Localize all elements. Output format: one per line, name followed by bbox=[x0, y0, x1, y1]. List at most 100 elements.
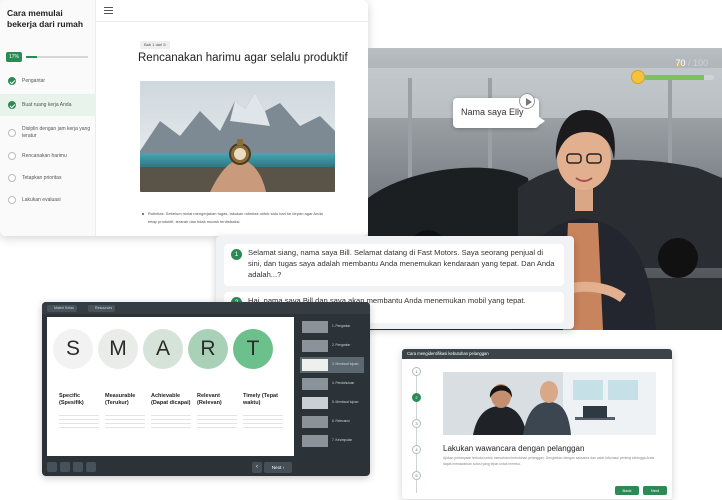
slide-thumbnail[interactable]: 1. Pengantar bbox=[300, 319, 364, 335]
compass-mountain-photo bbox=[140, 81, 335, 192]
course-sidebar: Cara memulai bekerja dari rumah 17% Peng… bbox=[0, 0, 96, 236]
letter-t: T bbox=[233, 329, 273, 369]
hamburger-menu-icon[interactable] bbox=[104, 7, 113, 14]
letter-s: S bbox=[53, 329, 93, 369]
slide-thumbnail-list: 1. Pengantar 2. Pengantar 3. Membuat tuj… bbox=[297, 317, 365, 456]
player-toolbar: Materi Kelas Resources bbox=[42, 302, 370, 314]
smart-column-title: Achievable (Dapat dicapai) bbox=[151, 393, 191, 406]
check-circle-icon bbox=[8, 101, 16, 109]
slide-thumbnail[interactable]: 6. Relevansi bbox=[300, 414, 364, 430]
sidebar-lesson-4[interactable]: Rencanakan harimu bbox=[0, 145, 96, 167]
smart-slide-player: Materi Kelas Resources S M A R T Specifi… bbox=[42, 302, 370, 476]
tab-resources[interactable]: Resources bbox=[88, 305, 116, 312]
slide-thumbnail[interactable]: 7. Kesimpulan bbox=[300, 433, 364, 449]
slide-thumbnail-image bbox=[302, 340, 328, 352]
progress-percent-label: 17% bbox=[6, 52, 22, 62]
next-label: Next bbox=[271, 465, 282, 470]
lesson-label: Buat ruang kerja Anda bbox=[22, 101, 72, 108]
column-body-placeholder bbox=[151, 415, 191, 431]
lesson-label: Pengantar bbox=[22, 77, 46, 84]
step-indicator[interactable]: 1 bbox=[412, 367, 421, 376]
slide-thumbnail-image bbox=[302, 435, 328, 447]
column-body-placeholder bbox=[243, 415, 283, 431]
score-value: 70 bbox=[675, 58, 686, 68]
slide-thumbnail[interactable]: 2. Pengantar bbox=[300, 338, 364, 354]
step-indicator[interactable]: 3 bbox=[412, 419, 421, 428]
course-title: Cara memulai bekerja dari rumah bbox=[7, 8, 84, 29]
circle-icon bbox=[8, 196, 16, 204]
smart-column-title: Timely (Tepat waktu) bbox=[243, 393, 278, 406]
slide-thumbnail-label: 4. Pendahuluan bbox=[332, 381, 355, 385]
captions-icon[interactable] bbox=[73, 462, 83, 472]
check-circle-icon bbox=[8, 77, 16, 85]
progress-bar-fill bbox=[26, 56, 37, 58]
interview-lesson-card: Cara mengidentifikasi kebutuhan pelangga… bbox=[402, 349, 672, 499]
slide-thumbnail-image bbox=[302, 378, 328, 390]
lesson-label: Rencanakan harimu bbox=[22, 152, 67, 159]
replay-icon[interactable] bbox=[60, 462, 70, 472]
score-display: 70 / 100 bbox=[675, 58, 708, 68]
slide-thumbnail-image bbox=[302, 397, 328, 409]
circle-icon bbox=[8, 152, 16, 160]
sidebar-lesson-2[interactable]: Buat ruang kerja Anda bbox=[0, 94, 96, 116]
slide-thumbnail-image bbox=[302, 416, 328, 428]
player-controls: ‹ Next › bbox=[42, 460, 370, 476]
letter-m: M bbox=[98, 329, 138, 369]
lesson-title: Lakukan wawancara dengan pelanggan bbox=[443, 444, 585, 453]
sidebar-lesson-5[interactable]: Tetapkan prioritas bbox=[0, 167, 96, 189]
progress-bar bbox=[26, 56, 88, 58]
mood-meter bbox=[644, 75, 714, 80]
interview-photo bbox=[443, 372, 656, 435]
smart-slide: S M A R T Specific (Spesifik) Measurable… bbox=[47, 317, 294, 456]
page-title: Rencanakan harimu agar selalu produktif bbox=[138, 52, 348, 64]
chevron-left-icon[interactable]: ‹ bbox=[252, 462, 262, 473]
dialogue-option-1[interactable]: 1 Selamat siang, nama saya Bill. Selamat… bbox=[224, 244, 564, 286]
sidebar-lesson-6[interactable]: Lakukan evaluasi bbox=[0, 189, 96, 211]
score-max: / 100 bbox=[687, 58, 708, 68]
bullet-paragraph: Rutinitas. Sebelum mulai mengerjakan tug… bbox=[142, 210, 328, 226]
lesson-header: Cara mengidentifikasi kebutuhan pelangga… bbox=[402, 349, 672, 359]
step-indicator[interactable]: 4 bbox=[412, 445, 421, 454]
slide-thumbnail[interactable]: 4. Pendahuluan bbox=[300, 376, 364, 392]
slide-thumbnail-label: 7. Kesimpulan bbox=[332, 438, 353, 442]
smart-column-title: Specific (Spesifik) bbox=[59, 393, 84, 406]
speech-text: Nama saya Elly bbox=[461, 107, 524, 117]
circle-icon bbox=[8, 174, 16, 182]
lesson-label: Tetapkan prioritas bbox=[22, 174, 62, 181]
play-icon[interactable] bbox=[519, 93, 535, 109]
breadcrumb: Bab 1 dari 5 bbox=[140, 41, 170, 49]
letter-r: R bbox=[188, 329, 228, 369]
fullscreen-icon[interactable] bbox=[86, 462, 96, 472]
lesson-label: Disiplin dengan jam kerja yang teratur bbox=[22, 126, 91, 139]
next-button[interactable]: Next › bbox=[264, 462, 292, 473]
slide-thumbnail-image bbox=[302, 321, 328, 333]
slide-thumbnail-label: 6. Relevansi bbox=[332, 419, 350, 423]
play-icon[interactable] bbox=[47, 462, 57, 472]
column-body-placeholder bbox=[59, 415, 99, 431]
next-button[interactable]: Next bbox=[643, 486, 667, 495]
smart-column-title: Relevant (Relevan) bbox=[197, 393, 222, 406]
letter-a: A bbox=[143, 329, 183, 369]
slide-thumbnail-label: 2. Pengantar bbox=[332, 343, 351, 347]
lesson-label: Lakukan evaluasi bbox=[22, 196, 61, 203]
course-topbar bbox=[96, 0, 368, 22]
sidebar-lesson-1[interactable]: Pengantar bbox=[0, 70, 96, 92]
promo-collage: Cara memulai bekerja dari rumah 17% Peng… bbox=[0, 0, 722, 500]
lesson-body-text: Ajukan pertanyaan terbuka untuk memahami… bbox=[443, 456, 655, 466]
circle-icon bbox=[8, 129, 16, 137]
sidebar-lesson-3[interactable]: Disiplin dengan jam kerja yang teratur bbox=[0, 120, 96, 146]
column-body-placeholder bbox=[105, 415, 145, 431]
smart-column-title: Measurable (Terukur) bbox=[105, 393, 136, 406]
slide-thumbnail[interactable]: 5. Membuat tujuan bbox=[300, 395, 364, 411]
step-indicator[interactable]: 5 bbox=[412, 471, 421, 480]
smiley-face-icon bbox=[631, 70, 645, 84]
slide-thumbnail-label: 3. Membuat tujuan bbox=[332, 362, 359, 366]
course-page-card: Cara memulai bekerja dari rumah 17% Peng… bbox=[0, 0, 368, 236]
slide-thumbnail-image bbox=[302, 359, 328, 371]
tab-materi-kelas[interactable]: Materi Kelas bbox=[47, 305, 77, 312]
mood-meter-fill bbox=[644, 75, 704, 80]
slide-thumbnail-active[interactable]: 3. Membuat tujuan bbox=[300, 357, 364, 373]
step-indicator-active[interactable]: 2 bbox=[412, 393, 421, 402]
option-number-badge: 1 bbox=[231, 249, 242, 260]
back-button[interactable]: Back bbox=[615, 486, 639, 495]
